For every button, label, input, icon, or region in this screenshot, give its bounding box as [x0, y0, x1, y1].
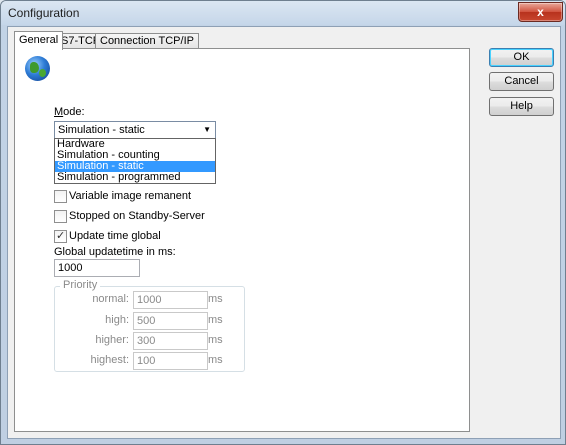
mode-select-value: Simulation - static	[58, 124, 145, 136]
tab-connection-tcpip-label: Connection TCP/IP	[100, 35, 194, 47]
mode-option-simulation-programmed[interactable]: Simulation - programmed	[55, 172, 215, 183]
general-tab-panel: Mode: Simulation - static ▼ Hardware Sim…	[14, 48, 470, 432]
priority-normal-label: normal:	[92, 293, 129, 305]
mode-dropdown-list: Hardware Simulation - counting Simulatio…	[54, 138, 216, 184]
chevron-down-icon[interactable]: ▼	[203, 122, 211, 138]
priority-highest-unit: ms	[208, 354, 223, 366]
variable-image-remanent-label: Variable image remanent	[69, 190, 192, 202]
update-time-global-checkbox[interactable]: ✓	[54, 230, 67, 243]
global-updatetime-input[interactable]: 1000	[54, 259, 140, 277]
checkmark-icon: ✓	[56, 230, 66, 242]
update-time-global-label: Update time global	[69, 230, 161, 242]
tab-connection-tcpip[interactable]: Connection TCP/IP	[95, 33, 199, 49]
stopped-on-standby-checkbox[interactable]	[54, 210, 67, 223]
help-button[interactable]: Help	[489, 97, 554, 116]
ok-button-label: OK	[513, 51, 530, 63]
window-title: Configuration	[8, 6, 80, 20]
stopped-on-standby-label: Stopped on Standby-Server	[69, 210, 205, 222]
ok-button[interactable]: OK	[489, 48, 554, 67]
priority-higher-unit: ms	[208, 334, 223, 346]
cancel-button-label: Cancel	[504, 75, 539, 87]
priority-higher-label: higher:	[95, 334, 129, 346]
close-icon: x	[537, 5, 544, 19]
priority-normal-unit: ms	[208, 293, 223, 305]
priority-high-label: high:	[105, 314, 129, 326]
dialog-client: General S7-TCP Connection TCP/IP Mode: S…	[7, 26, 561, 439]
help-button-label: Help	[510, 100, 533, 112]
priority-high-input[interactable]: 500	[133, 312, 208, 330]
globe-icon	[25, 56, 50, 81]
tab-general-label: General	[19, 34, 59, 46]
priority-highest-label: highest:	[90, 354, 129, 366]
priority-higher-input[interactable]: 300	[133, 332, 208, 350]
priority-group-title: Priority	[60, 279, 101, 291]
global-updatetime-label: Global updatetime in ms:	[54, 246, 176, 258]
close-button[interactable]: x	[518, 2, 563, 22]
configuration-dialog: Configuration x General S7-TCP Connectio…	[0, 0, 566, 445]
priority-highest-input[interactable]: 100	[133, 352, 208, 370]
tab-general[interactable]: General	[14, 31, 64, 50]
mode-select[interactable]: Simulation - static ▼	[54, 121, 216, 139]
title-bar: Configuration x	[1, 1, 565, 25]
priority-high-unit: ms	[208, 314, 223, 326]
priority-normal-input[interactable]: 1000	[133, 291, 208, 309]
cancel-button[interactable]: Cancel	[489, 72, 554, 91]
mode-label: Mode:	[54, 106, 85, 118]
variable-image-remanent-checkbox[interactable]	[54, 190, 67, 203]
